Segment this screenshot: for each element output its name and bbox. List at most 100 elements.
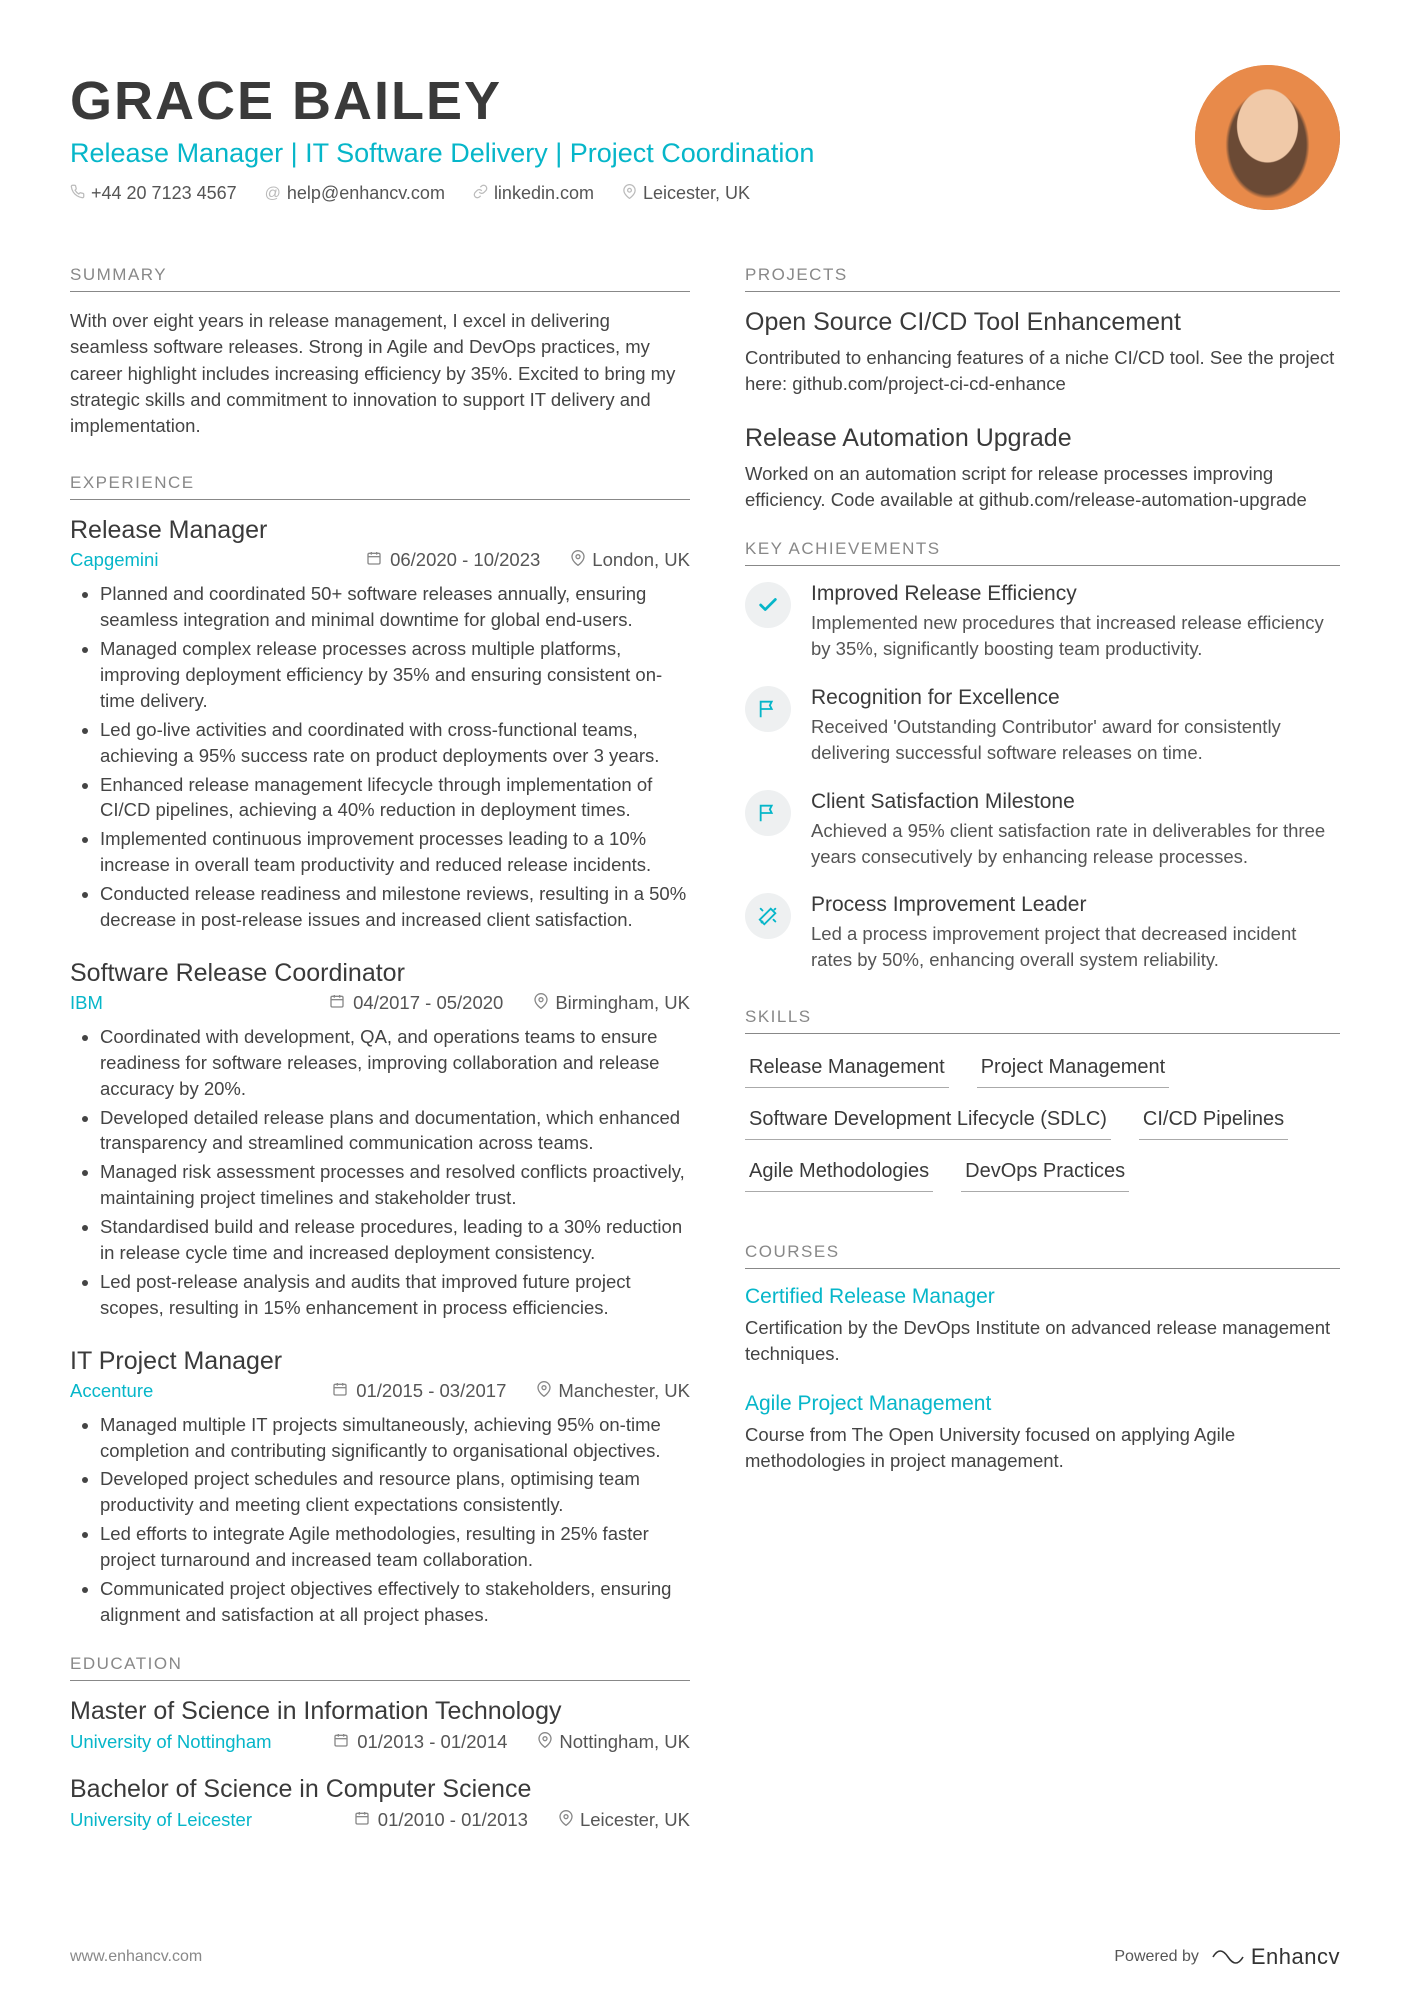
project-title: Open Source CI/CD Tool Enhancement [745,308,1340,337]
company-name: Accenture [70,1380,153,1402]
contact-email: @ help@enhancv.com [265,183,445,204]
experience-item: Software Release Coordinator IBM 04/2017… [70,959,690,1321]
company-name: IBM [70,992,103,1014]
achievement-item: Recognition for Excellence Received 'Out… [745,686,1340,766]
left-column: SUMMARY With over eight years in release… [70,265,690,1853]
project-desc: Worked on an automation script for relea… [745,461,1340,514]
job-meta: Accenture 01/2015 - 03/2017 Manchester, … [70,1380,690,1402]
check-icon [745,582,791,628]
footer-url: www.enhancv.com [70,1948,202,1966]
achievement-body: Client Satisfaction Milestone Achieved a… [811,790,1340,870]
contact-row: +44 20 7123 4567 @ help@enhancv.com link… [70,183,1195,204]
company-name: Capgemini [70,549,158,571]
course-title: Agile Project Management [745,1392,1340,1416]
bullet-item: Conducted release readiness and mileston… [100,881,690,933]
logo-mark-icon [1211,1943,1245,1972]
edu-dates: 01/2013 - 01/2014 [333,1731,507,1753]
skill-item: Project Management [977,1050,1170,1088]
experience-heading: EXPERIENCE [70,473,690,500]
resume-footer: www.enhancv.com Powered by Enhancv [70,1943,1340,1972]
course-item: Agile Project Management Course from The… [745,1392,1340,1475]
job-title: Release Manager [70,516,690,545]
calendar-icon [354,1810,370,1830]
project-item: Open Source CI/CD Tool Enhancement Contr… [745,308,1340,398]
achievement-desc: Received 'Outstanding Contributor' award… [811,714,1340,766]
skill-item: CI/CD Pipelines [1139,1102,1288,1140]
projects-list: Open Source CI/CD Tool Enhancement Contr… [745,308,1340,513]
bullet-item: Implemented continuous improvement proce… [100,826,690,878]
skill-item: Software Development Lifecycle (SDLC) [745,1102,1111,1140]
education-list: Master of Science in Information Technol… [70,1697,690,1831]
resume-columns: SUMMARY With over eight years in release… [70,265,1340,1853]
calendar-icon [333,1732,349,1752]
bullet-item: Led go-live activities and coordinated w… [100,717,690,769]
degree-title: Bachelor of Science in Computer Science [70,1775,690,1804]
project-desc: Contributed to enhancing features of a n… [745,345,1340,398]
summary-heading: SUMMARY [70,265,690,292]
location-icon [622,184,637,204]
courses-list: Certified Release Manager Certification … [745,1285,1340,1474]
bullet-item: Led post-release analysis and audits tha… [100,1269,690,1321]
location-icon [533,993,549,1013]
skills-heading: SKILLS [745,1007,1340,1034]
job-location: Manchester, UK [536,1380,690,1402]
course-desc: Course from The Open University focused … [745,1422,1340,1475]
person-tagline: Release Manager | IT Software Delivery |… [70,138,1195,169]
bullet-item: Standardised build and release procedure… [100,1214,690,1266]
bullet-item: Led efforts to integrate Agile methodolo… [100,1521,690,1573]
skill-item: Release Management [745,1050,949,1088]
achievement-desc: Implemented new procedures that increase… [811,610,1340,662]
job-bullets: Managed multiple IT projects simultaneou… [70,1412,690,1628]
skills-list: Release Management Project Management Soft… [745,1050,1340,1192]
job-meta: IBM 04/2017 - 05/2020 Birmingham, UK [70,992,690,1014]
contact-location: Leicester, UK [622,183,750,204]
location-icon [570,550,586,570]
brand-name: Enhancv [1251,1944,1340,1970]
bullet-item: Managed complex release processes across… [100,636,690,714]
achievement-desc: Achieved a 95% client satisfaction rate … [811,818,1340,870]
job-dates: 01/2015 - 03/2017 [332,1380,506,1402]
school-name: University of Leicester [70,1809,252,1831]
bullet-item: Planned and coordinated 50+ software rel… [100,581,690,633]
achievement-title: Client Satisfaction Milestone [811,790,1340,814]
education-item: Bachelor of Science in Computer Science … [70,1775,690,1831]
education-heading: EDUCATION [70,1654,690,1681]
footer-right: Powered by Enhancv [1114,1943,1340,1972]
resume-header: GRACE BAILEY Release Manager | IT Softwa… [70,70,1340,210]
header-left: GRACE BAILEY Release Manager | IT Softwa… [70,70,1195,204]
edu-dates: 01/2010 - 01/2013 [354,1809,528,1831]
at-icon: @ [265,185,281,203]
flag-icon [745,790,791,836]
calendar-icon [329,993,345,1013]
course-desc: Certification by the DevOps Institute on… [745,1315,1340,1368]
education-item: Master of Science in Information Technol… [70,1697,690,1753]
school-name: University of Nottingham [70,1731,272,1753]
bullet-item: Enhanced release management lifecycle th… [100,772,690,824]
right-column: PROJECTS Open Source CI/CD Tool Enhancem… [745,265,1340,1853]
location-icon [558,1810,574,1830]
achievement-body: Recognition for Excellence Received 'Out… [811,686,1340,766]
edu-meta: University of Leicester 01/2010 - 01/201… [70,1809,690,1831]
powered-by-label: Powered by [1114,1948,1199,1966]
experience-list: Release Manager Capgemini 06/2020 - 10/2… [70,516,690,1628]
bullet-item: Managed multiple IT projects simultaneou… [100,1412,690,1464]
achievement-item: Improved Release Efficiency Implemented … [745,582,1340,662]
job-bullets: Planned and coordinated 50+ software rel… [70,581,690,933]
contact-phone: +44 20 7123 4567 [70,183,237,204]
bullet-item: Communicated project objectives effectiv… [100,1576,690,1628]
achievements-list: Improved Release Efficiency Implemented … [745,582,1340,973]
achievement-title: Improved Release Efficiency [811,582,1340,606]
location-value: Leicester, UK [643,183,750,204]
achievement-body: Process Improvement Leader Led a process… [811,893,1340,973]
phone-value: +44 20 7123 4567 [91,183,237,204]
project-item: Release Automation Upgrade Worked on an … [745,424,1340,514]
experience-item: IT Project Manager Accenture 01/2015 - 0… [70,1347,690,1628]
job-dates: 04/2017 - 05/2020 [329,992,503,1014]
summary-text: With over eight years in release managem… [70,308,690,439]
flag-icon [745,686,791,732]
job-location: London, UK [570,549,690,571]
degree-title: Master of Science in Information Technol… [70,1697,690,1726]
wand-icon [745,893,791,939]
avatar [1195,65,1340,210]
edu-location: Leicester, UK [558,1809,690,1831]
